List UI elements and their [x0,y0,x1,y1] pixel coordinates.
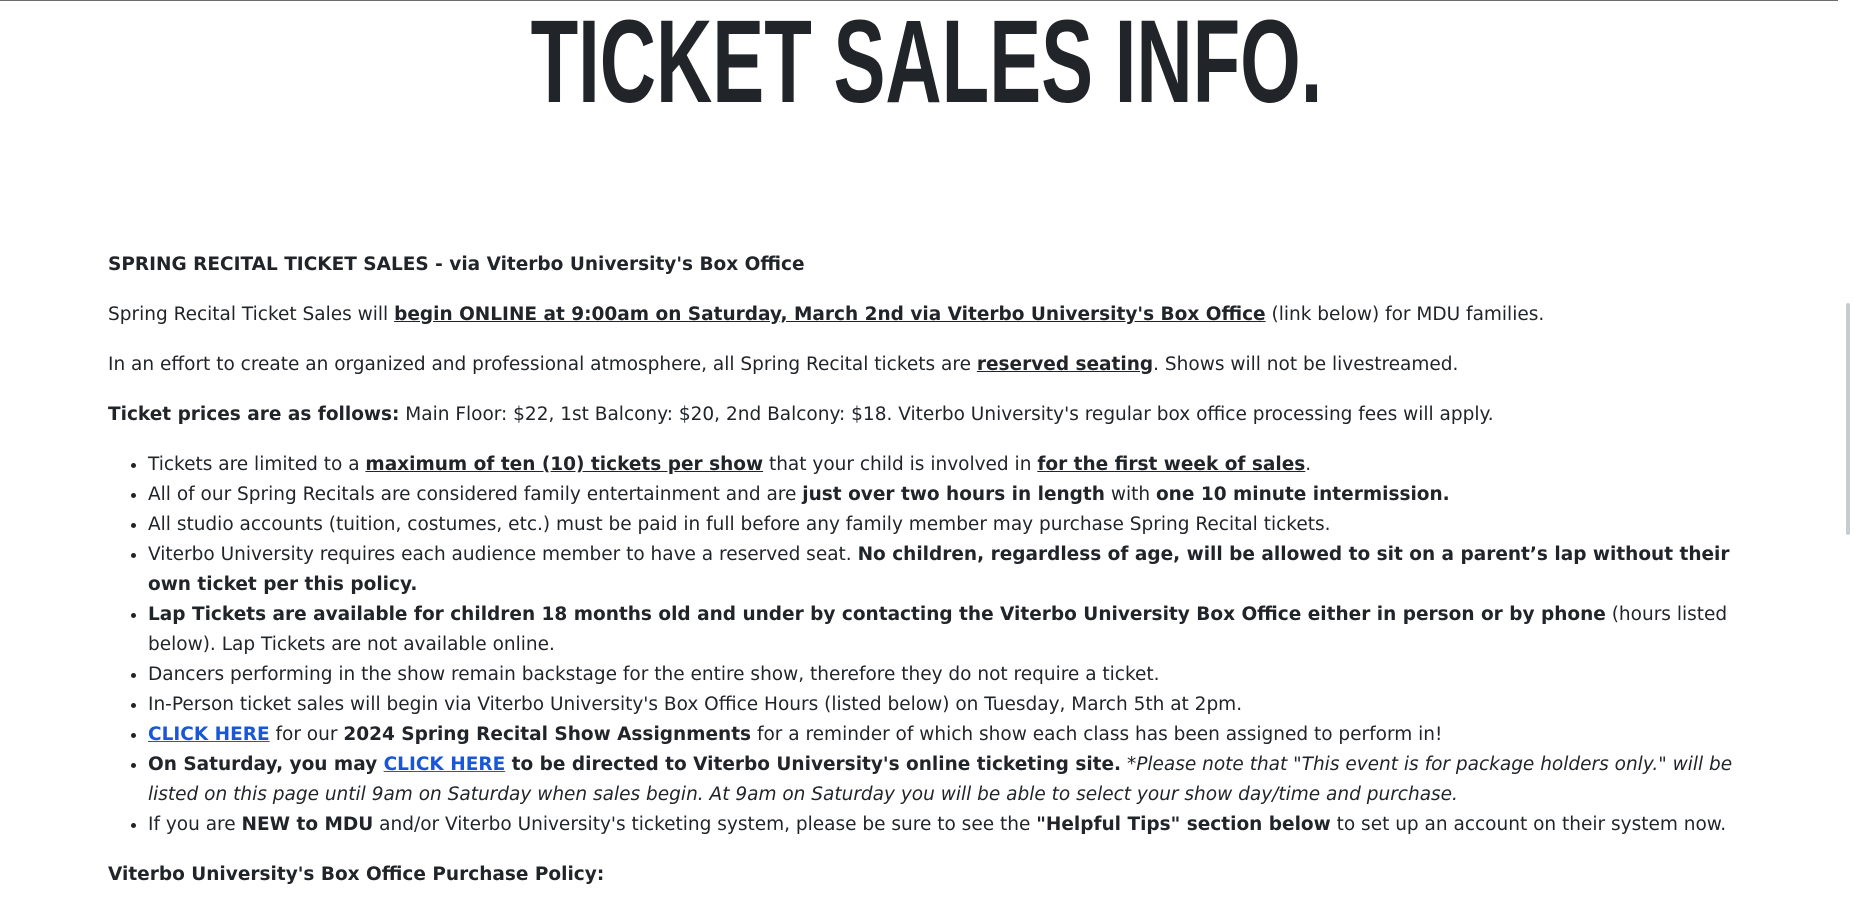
policy-list: Tickets are limited to a maximum of ten … [108,450,1748,840]
page-title: TICKET SALES INFO. [530,0,1323,128]
show-assignments-link[interactable]: CLICK HERE [148,724,270,745]
online-emphasis: On Saturday, you may [148,754,384,775]
list-item-accounts: All studio accounts (tuition, costumes, … [148,510,1748,540]
list-item-show-assignments: CLICK HERE for our 2024 Spring Recital S… [148,720,1748,750]
list-item-in-person: In-Person ticket sales will begin via Vi… [148,690,1748,720]
list-text: Tickets are limited to a [148,454,366,475]
list-text: If you are [148,814,242,835]
show-length-emphasis: just over two hours in length [802,484,1105,505]
first-week-emphasis: for the first week of sales [1037,454,1306,475]
list-item-new-to-mdu: If you are NEW to MDU and/or Viterbo Uni… [148,810,1748,840]
sales-start-text: Spring Recital Ticket Sales will [108,304,395,325]
sales-start-tail: (link below) for MDU families. [1265,304,1545,325]
ticket-limit-emphasis: maximum of ten (10) tickets per show [365,454,764,475]
helpful-tips-emphasis: "Helpful Tips" section below [1036,814,1331,835]
list-text: to set up an account on their system now… [1330,814,1727,835]
sales-start-emphasis: begin ONLINE at 9:00am on Saturday, Marc… [394,304,1266,325]
list-text: . [1305,454,1312,475]
list-item-reserved-seat: Viterbo University requires each audienc… [148,540,1748,600]
sales-start-paragraph: Spring Recital Ticket Sales will begin O… [108,300,1748,330]
list-text: Viterbo University requires each audienc… [148,544,858,565]
list-item-online-ticketing: On Saturday, you may CLICK HERE to be di… [148,750,1748,810]
ticket-info-content: SPRING RECITAL TICKET SALES - via Viterb… [108,250,1748,890]
purchase-policy-heading: Viterbo University's Box Office Purchase… [108,864,605,885]
show-assignments-emphasis: 2024 Spring Recital Show Assignments [343,724,752,745]
list-text: All of our Spring Recitals are considere… [148,484,803,505]
list-item-ticket-limit: Tickets are limited to a maximum of ten … [148,450,1748,480]
list-item-backstage: Dancers performing in the show remain ba… [148,660,1748,690]
list-text: for a reminder of which show each class … [751,724,1443,745]
seating-emphasis: reserved seating [976,354,1154,375]
list-text: for our [269,724,344,745]
prices-paragraph: Ticket prices are as follows: Main Floor… [108,400,1748,430]
section-heading: SPRING RECITAL TICKET SALES - via Viterb… [108,254,805,275]
new-to-mdu-emphasis: NEW to MDU [241,814,374,835]
list-item-lap-tickets: Lap Tickets are available for children 1… [148,600,1748,660]
list-text: that your child is involved in [763,454,1038,475]
scrollbar-thumb[interactable] [1846,303,1850,535]
seating-text: In an effort to create an organized and … [108,354,977,375]
list-text: and/or Viterbo University's ticketing sy… [373,814,1037,835]
list-item-show-length: All of our Spring Recitals are considere… [148,480,1748,510]
seating-paragraph: In an effort to create an organized and … [108,350,1748,380]
prices-text: Main Floor: $22, 1st Balcony: $20, 2nd B… [399,404,1494,425]
intermission-emphasis: one 10 minute intermission. [1155,484,1450,505]
list-text: with [1104,484,1156,505]
lap-tickets-emphasis: Lap Tickets are available for children 1… [148,604,1606,625]
prices-label: Ticket prices are as follows: [108,404,400,425]
seating-tail: . Shows will not be livestreamed. [1153,354,1459,375]
online-emphasis-tail: to be directed to Viterbo University's o… [505,754,1122,775]
scrollbar[interactable] [1838,0,1853,915]
ticketing-site-link[interactable]: CLICK HERE [384,754,506,775]
